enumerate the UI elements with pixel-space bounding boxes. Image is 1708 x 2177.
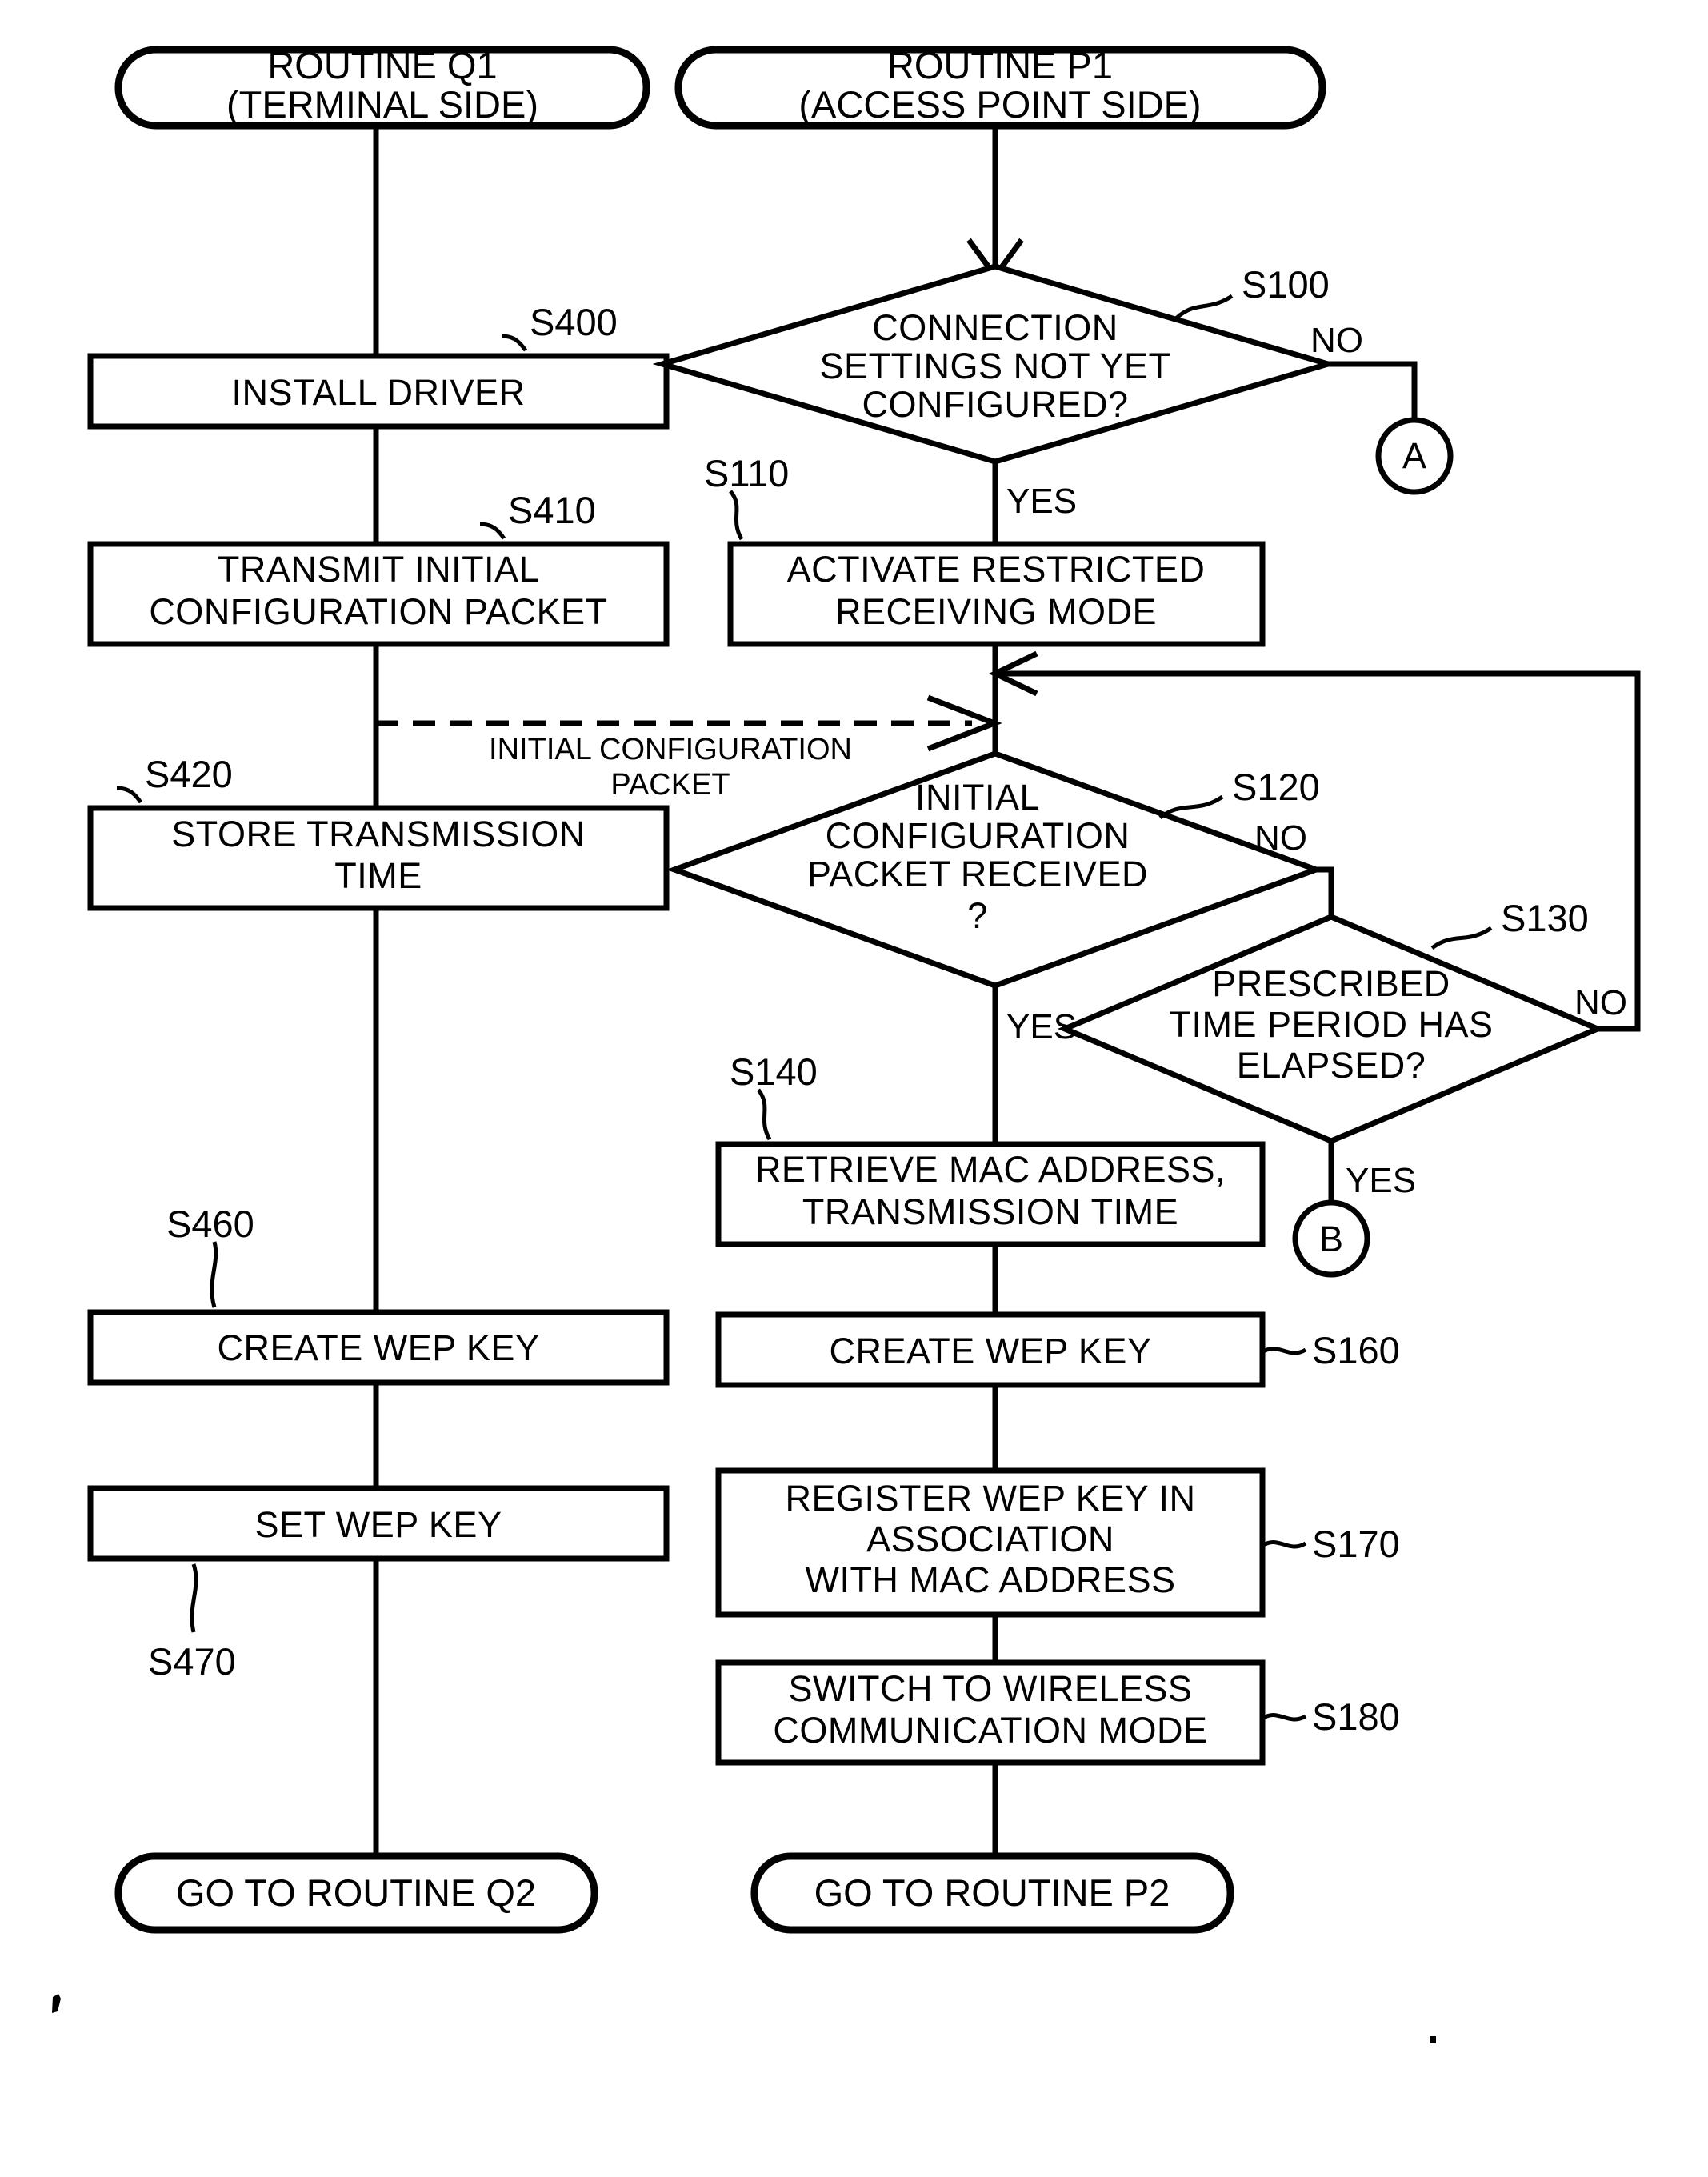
process-create-wep-key-ap: CREATE WEP KEY xyxy=(715,1311,1266,1388)
connector-a: A xyxy=(1375,417,1454,495)
process-store-transmission-time-line2: TIME xyxy=(334,855,422,896)
connector-b-label: B xyxy=(1319,1219,1343,1259)
connector-b: B xyxy=(1292,1199,1370,1278)
step-label-s420: S420 xyxy=(145,753,233,795)
terminal-routine-q1-line1: ROUTINE Q1 xyxy=(267,44,497,86)
leader-s170 xyxy=(1261,1539,1307,1549)
leader-s160 xyxy=(1261,1346,1307,1355)
process-create-wep-key-terminal-label: CREATE WEP KEY xyxy=(218,1327,540,1368)
process-retrieve-mac-address-transmission-time: RETRIEVE MAC ADDRESS, TRANSMISSION TIME xyxy=(715,1141,1266,1247)
leader-s140 xyxy=(756,1088,772,1141)
process-store-transmission-time-line1: STORE TRANSMISSION xyxy=(171,814,585,854)
process-create-wep-key-terminal: CREATE WEP KEY xyxy=(87,1309,670,1386)
step-label-s120: S120 xyxy=(1232,766,1320,808)
step-label-s470: S470 xyxy=(148,1640,236,1683)
step-label-s130: S130 xyxy=(1501,897,1589,939)
step-label-s160: S160 xyxy=(1312,1329,1400,1371)
decision-s120-line3: PACKET RECEIVED xyxy=(807,854,1148,894)
leader-s410 xyxy=(479,522,506,540)
process-s170-line3: WITH MAC ADDRESS xyxy=(805,1559,1175,1600)
decision-s130-line3: ELAPSED? xyxy=(1237,1045,1426,1086)
edge-label-s130-yes: YES xyxy=(1346,1161,1416,1200)
scan-artifact-right xyxy=(1430,2036,1436,2043)
process-transmit-initial-configuration-packet: TRANSMIT INITIAL CONFIGURATION PACKET xyxy=(87,541,670,647)
process-s140-line2: TRANSMISSION TIME xyxy=(802,1191,1178,1232)
terminal-routine-p1-line2: (ACCESS POINT SIDE) xyxy=(798,83,1201,126)
decision-connection-settings-not-yet-configured: CONNECTION SETTINGS NOT YET CONFIGURED? xyxy=(652,263,1338,465)
step-label-s410: S410 xyxy=(508,489,596,531)
process-install-driver: INSTALL DRIVER xyxy=(87,353,670,430)
process-transmit-packet-line1: TRANSMIT INITIAL xyxy=(218,549,539,590)
leader-s470 xyxy=(190,1563,198,1633)
process-store-transmission-time: STORE TRANSMISSION TIME xyxy=(87,805,670,911)
process-set-wep-key: SET WEP KEY xyxy=(87,1485,670,1562)
process-install-driver-label: INSTALL DRIVER xyxy=(231,372,525,413)
process-s110-line2: RECEIVING MODE xyxy=(835,591,1157,632)
packet-label-line1: INITIAL CONFIGURATION xyxy=(489,733,852,766)
leader-s180 xyxy=(1261,1712,1307,1722)
decision-s130-line2: TIME PERIOD HAS xyxy=(1169,1004,1493,1045)
step-label-s460: S460 xyxy=(166,1203,254,1245)
edge-s120-no-to-s130 xyxy=(1316,866,1334,917)
decision-s120-line2: CONFIGURATION xyxy=(826,815,1130,856)
process-transmit-packet-line2: CONFIGURATION PACKET xyxy=(149,591,607,632)
leader-s110 xyxy=(728,490,744,541)
decision-initial-configuration-packet-received: INITIAL CONFIGURATION PACKET RECEIVED ? xyxy=(666,750,1325,989)
process-s180-line2: COMMUNICATION MODE xyxy=(773,1710,1207,1751)
decision-s120-line1: INITIAL xyxy=(915,777,1040,818)
decision-s130-line1: PRESCRIBED xyxy=(1212,963,1450,1004)
terminal-go-to-routine-q2: GO TO ROUTINE Q2 xyxy=(114,1852,598,1934)
leader-s420 xyxy=(116,786,143,804)
decision-s100-line3: CONFIGURED? xyxy=(862,384,1128,425)
step-label-s100: S100 xyxy=(1242,263,1330,306)
leader-s130 xyxy=(1430,926,1493,950)
process-s110-line1: ACTIVATE RESTRICTED xyxy=(787,549,1206,590)
terminal-routine-p1: ROUTINE P1 (ACCESS POINT SIDE) xyxy=(674,44,1326,130)
terminal-go-to-routine-p2-label: GO TO ROUTINE P2 xyxy=(814,1871,1170,1914)
process-switch-to-wireless-communication-mode: SWITCH TO WIRELESS COMMUNICATION MODE xyxy=(715,1659,1266,1766)
decision-prescribed-time-period-has-elapsed: PRESCRIBED TIME PERIOD HAS ELAPSED? xyxy=(1057,914,1606,1144)
leader-s400 xyxy=(501,334,528,352)
terminal-routine-q1: ROUTINE Q1 (TERMINAL SIDE) xyxy=(114,44,650,130)
process-s180-line1: SWITCH TO WIRELESS xyxy=(789,1668,1193,1709)
decision-s120-line4: ? xyxy=(967,895,988,936)
scan-artifact-left xyxy=(52,1994,61,2013)
step-label-s170: S170 xyxy=(1312,1523,1400,1565)
process-register-wep-key-in-association-with-mac-address: REGISTER WEP KEY IN ASSOCIATION WITH MAC… xyxy=(715,1467,1266,1618)
terminal-routine-q1-line2: (TERMINAL SIDE) xyxy=(226,83,538,126)
edge-s100-no-to-a xyxy=(1328,361,1418,419)
edge-label-s130-no: NO xyxy=(1574,983,1627,1022)
process-s140-line1: RETRIEVE MAC ADDRESS, xyxy=(755,1149,1226,1190)
step-label-s110: S110 xyxy=(704,452,789,494)
terminal-go-to-routine-p2: GO TO ROUTINE P2 xyxy=(750,1852,1234,1934)
process-set-wep-key-label: SET WEP KEY xyxy=(255,1504,502,1545)
packet-label-line2: PACKET xyxy=(610,768,730,802)
process-s170-line2: ASSOCIATION xyxy=(866,1519,1114,1559)
flowchart-canvas: ROUTINE Q1 (TERMINAL SIDE) INSTALL DRIVE… xyxy=(52,44,1641,2043)
process-s170-line1: REGISTER WEP KEY IN xyxy=(786,1478,1196,1519)
leader-s100 xyxy=(1174,294,1234,320)
connector-a-label: A xyxy=(1402,435,1426,476)
decision-s100-line1: CONNECTION xyxy=(872,307,1118,348)
edge-label-s100-no: NO xyxy=(1310,321,1363,360)
decision-s100-line2: SETTINGS NOT YET xyxy=(820,346,1171,386)
leader-s460 xyxy=(210,1241,218,1308)
edge-label-s100-yes: YES xyxy=(1006,482,1077,521)
terminal-routine-p1-line1: ROUTINE P1 xyxy=(887,44,1113,86)
process-activate-restricted-receiving-mode: ACTIVATE RESTRICTED RECEIVING MODE xyxy=(727,541,1266,647)
step-label-s140: S140 xyxy=(730,1050,818,1093)
terminal-go-to-routine-q2-label: GO TO ROUTINE Q2 xyxy=(176,1871,536,1914)
process-s160-label: CREATE WEP KEY xyxy=(830,1331,1152,1371)
step-label-s400: S400 xyxy=(530,301,618,343)
step-label-s180: S180 xyxy=(1312,1695,1400,1738)
edge-label-s120-no: NO xyxy=(1254,818,1307,858)
patent-flowchart-figure: ROUTINE Q1 (TERMINAL SIDE) INSTALL DRIVE… xyxy=(0,0,1708,2177)
